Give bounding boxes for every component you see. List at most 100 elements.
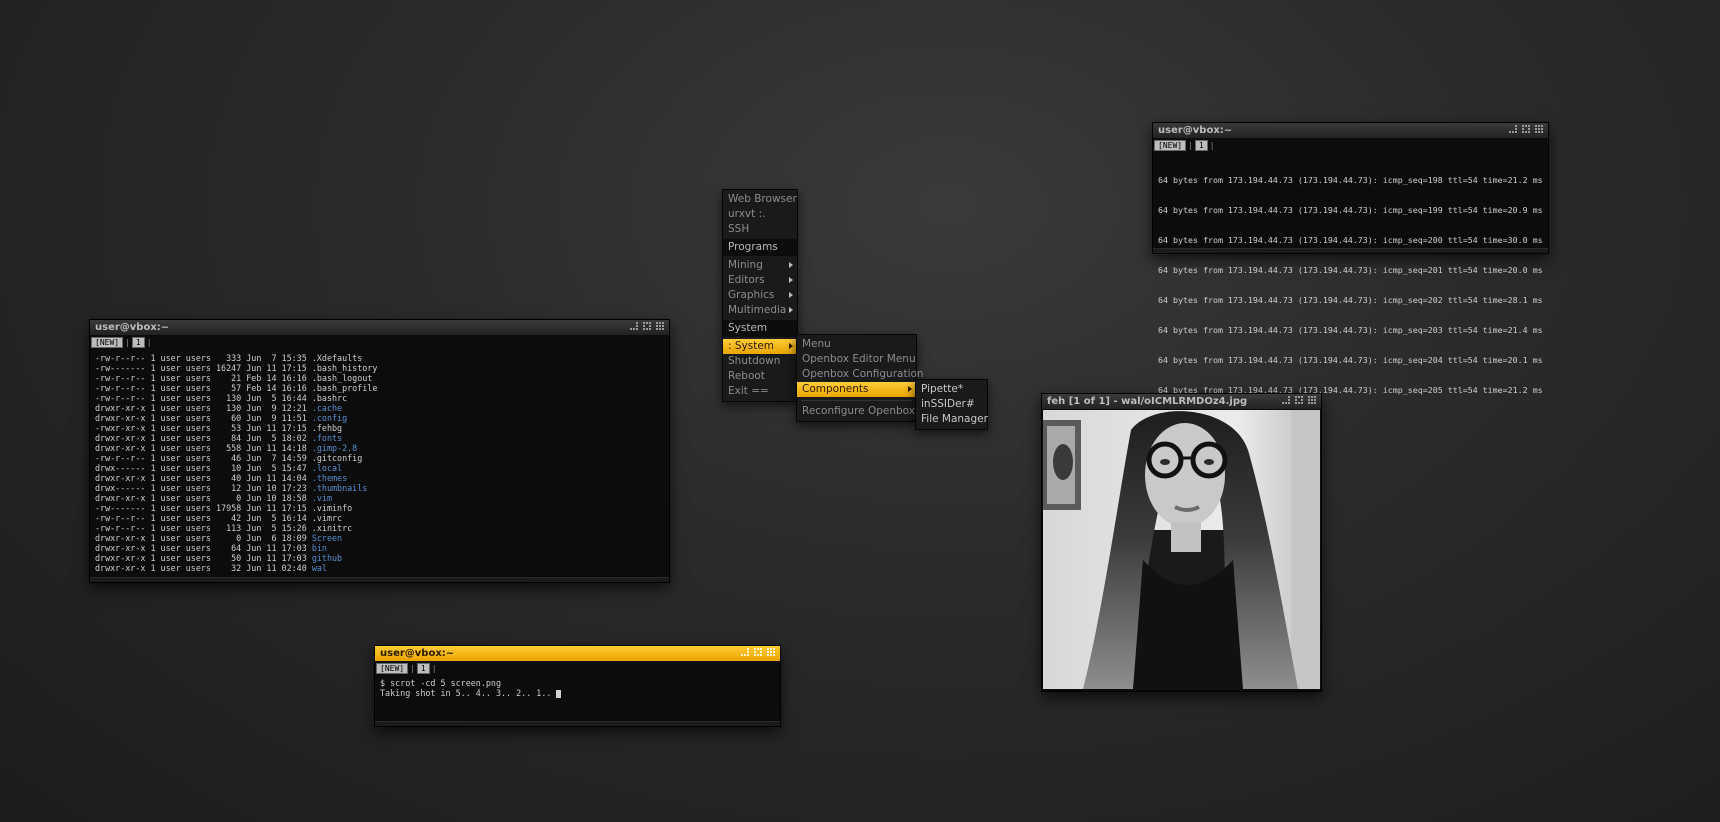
tab-1[interactable]: 1	[131, 337, 145, 348]
file-name: .thumbnails	[311, 483, 368, 493]
file-name: .themes	[311, 473, 348, 483]
menu-item-mining[interactable]: Mining	[723, 258, 797, 273]
submenu-arrow-icon	[789, 262, 793, 268]
menu-item-label: Multimedia	[728, 304, 787, 316]
menu-item-reconfigure-openbox[interactable]: Reconfigure Openbox	[797, 404, 916, 419]
menu-item-urxvt[interactable]: urxvt :.	[723, 207, 797, 222]
maximize-icon[interactable]	[1295, 396, 1305, 406]
iconify-icon[interactable]	[1282, 396, 1292, 406]
file-list-row: -rw-r--r-- 1 user users 57 Feb 14 16:16 …	[95, 383, 664, 393]
iconify-icon[interactable]	[741, 648, 751, 658]
ping-line: 64 bytes from 173.194.44.73 (173.194.44.…	[1158, 265, 1543, 275]
file-name: .cache	[311, 403, 343, 413]
portrait-photo	[1043, 410, 1320, 689]
file-name: .config	[311, 413, 348, 423]
menu-item-menu[interactable]: Menu	[797, 337, 916, 352]
file-meta: -rw-r--r-- 1 user users 21 Feb 14 16:16	[95, 373, 312, 383]
menu-item-editors[interactable]: Editors	[723, 273, 797, 288]
output-line: Taking shot in 5.. 4.. 3.. 2.. 1..	[380, 688, 775, 698]
window-title: user@vbox:~	[380, 648, 455, 659]
ping-line: 64 bytes from 173.194.44.73 (173.194.44.…	[1158, 235, 1543, 245]
tab-separator: |	[146, 338, 152, 347]
tab-new[interactable]: [NEW]	[376, 663, 409, 674]
window-titlebar[interactable]: user@vbox:~	[375, 646, 780, 661]
file-name: .Xdefaults	[311, 353, 363, 363]
file-meta: -rw-r--r-- 1 user users 57 Feb 14 16:16	[95, 383, 312, 393]
submenu-arrow-icon	[908, 386, 912, 392]
file-list-row: -rw-r--r-- 1 user users 21 Feb 14 16:16 …	[95, 373, 664, 383]
file-name: .xinitrc	[311, 523, 353, 533]
menu-item-system[interactable]: : System	[723, 339, 797, 354]
tab-new[interactable]: [NEW]	[1154, 140, 1187, 151]
file-name: .bash_profile	[311, 383, 378, 393]
terminal-window-ping[interactable]: user@vbox:~ [NEW] | 1 | 64 bytes from 17…	[1152, 122, 1549, 426]
terminal-output[interactable]: -rw-r--r-- 1 user users 333 Jun 7 15:35 …	[90, 348, 669, 575]
close-icon[interactable]	[1308, 396, 1318, 406]
file-name: .bashrc	[311, 393, 348, 403]
terminal-output[interactable]: $ scrot -cd 5 screen.png Taking shot in 5…	[375, 674, 780, 700]
menu-item-label: Components	[802, 383, 869, 395]
file-list-row: drwxr-xr-x 1 user users 32 Jun 11 02:40 …	[95, 563, 664, 573]
tab-1[interactable]: 1	[416, 663, 430, 674]
file-meta: -rwxr-xr-x 1 user users 53 Jun 11 17:15	[95, 423, 312, 433]
file-name: .local	[311, 463, 343, 473]
close-icon[interactable]	[1535, 125, 1545, 135]
file-name: .vim	[311, 493, 332, 503]
maximize-icon[interactable]	[643, 322, 653, 332]
window-titlebar[interactable]: feh [1 of 1] - wal/oICMLRMDOz4.jpg	[1042, 394, 1321, 409]
menu-item-exit[interactable]: Exit ==	[723, 384, 797, 399]
maximize-icon[interactable]	[754, 648, 764, 658]
menu-item-file-manager[interactable]: File Manager	[916, 412, 988, 427]
window-title: user@vbox:~	[1158, 125, 1233, 136]
menu-item-inssider[interactable]: inSSIDer#	[916, 397, 987, 412]
maximize-icon[interactable]	[1522, 125, 1532, 135]
tab-1[interactable]: 1	[1194, 140, 1208, 151]
iconify-icon[interactable]	[1509, 125, 1519, 135]
close-icon[interactable]	[767, 648, 777, 658]
menu-item-reboot[interactable]: Reboot	[723, 369, 797, 384]
file-meta: drwxr-xr-x 1 user users 60 Jun 9 11:51	[95, 413, 312, 423]
terminal-window-ls[interactable]: user@vbox:~ [NEW] | 1 | -rw-r--r-- 1 use…	[89, 319, 670, 583]
window-title: user@vbox:~	[95, 322, 170, 333]
menu-item-label: Graphics	[728, 289, 775, 301]
file-meta: -rw-r--r-- 1 user users 113 Jun 5 15:26	[95, 523, 312, 533]
file-meta: drwxr-xr-x 1 user users 50 Jun 11 17:03	[95, 553, 312, 563]
file-meta: -rw-r--r-- 1 user users 46 Jun 7 14:59	[95, 453, 312, 463]
menu-item-ssh[interactable]: SSH	[723, 222, 797, 237]
file-list-row: -rw-r--r-- 1 user users 130 Jun 5 16:44 …	[95, 393, 664, 403]
components-submenu: Pipette* inSSIDer# File Manager	[915, 379, 988, 430]
file-list-row: drwx------ 1 user users 12 Jun 10 17:23 …	[95, 483, 664, 493]
text-cursor	[556, 689, 562, 698]
file-name: .vimrc	[311, 513, 343, 523]
image-viewer-window[interactable]: feh [1 of 1] - wal/oICMLRMDOz4.jpg	[1041, 393, 1322, 692]
ping-line: 64 bytes from 173.194.44.73 (173.194.44.…	[1158, 355, 1543, 365]
terminal-window-scrot[interactable]: user@vbox:~ [NEW] | 1 | $ scrot -cd 5 sc…	[374, 645, 781, 727]
menu-item-web-browser[interactable]: Web Browser	[723, 192, 797, 207]
file-name: .gimp-2.8	[311, 443, 358, 453]
ping-line: 64 bytes from 173.194.44.73 (173.194.44.…	[1158, 295, 1543, 305]
menu-item-label: Mining	[728, 259, 763, 271]
command-line: $ scrot -cd 5 screen.png	[380, 678, 502, 688]
file-list-row: -rw------- 1 user users 17958 Jun 11 17:…	[95, 503, 664, 513]
close-icon[interactable]	[656, 322, 666, 332]
menu-item-openbox-configuration[interactable]: Openbox Configuration	[797, 367, 924, 382]
menu-separator	[801, 400, 912, 401]
menu-item-label: : System	[728, 340, 775, 352]
window-title: feh [1 of 1] - wal/oICMLRMDOz4.jpg	[1047, 396, 1248, 407]
menu-item-shutdown[interactable]: Shutdown	[723, 354, 797, 369]
menu-item-pipette[interactable]: Pipette*	[916, 382, 987, 397]
file-meta: drwxr-xr-x 1 user users 0 Jun 10 18:58	[95, 493, 312, 503]
window-titlebar[interactable]: user@vbox:~	[90, 320, 669, 335]
menu-item-openbox-editor-menu[interactable]: Openbox Editor Menu	[797, 352, 916, 367]
iconify-icon[interactable]	[630, 322, 640, 332]
file-name: .fonts	[311, 433, 343, 443]
file-list-row: drwxr-xr-x 1 user users 0 Jun 6 18:09 Sc…	[95, 533, 664, 543]
menu-item-components[interactable]: Components	[797, 382, 916, 397]
submenu-arrow-icon	[789, 307, 793, 313]
tab-new[interactable]: [NEW]	[91, 337, 124, 348]
file-meta: drwxr-xr-x 1 user users 0 Jun 6 18:09	[95, 533, 312, 543]
file-list-row: drwxr-xr-x 1 user users 0 Jun 10 18:58 .…	[95, 493, 664, 503]
menu-item-multimedia[interactable]: Multimedia	[723, 303, 797, 318]
window-titlebar[interactable]: user@vbox:~	[1153, 123, 1548, 138]
menu-item-graphics[interactable]: Graphics	[723, 288, 797, 303]
